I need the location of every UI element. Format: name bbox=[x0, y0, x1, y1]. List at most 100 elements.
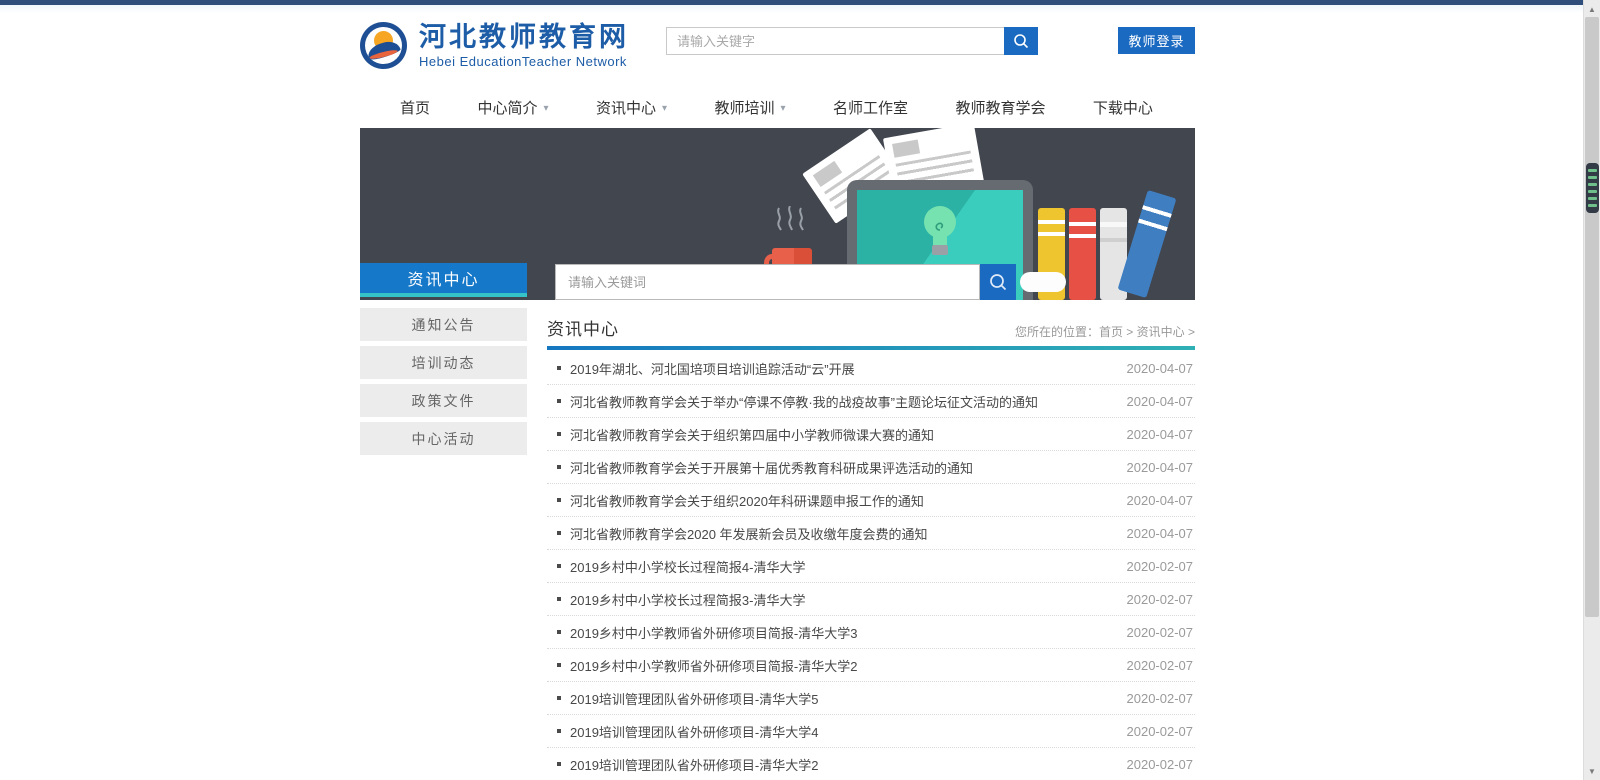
main-content: 资讯中心 您所在的位置：首页 > 资讯中心 > 2019年湖北、河北国培项目培训… bbox=[547, 313, 1195, 780]
news-row[interactable]: 2019培训管理团队省外研修项目-清华大学2 2020-02-07 bbox=[547, 748, 1195, 780]
nav-item-label: 教师教育学会 bbox=[955, 97, 1045, 118]
logo-emblem-icon bbox=[360, 22, 407, 69]
news-row[interactable]: 2019乡村中小学教师省外研修项目简报-清华大学3 2020-02-07 bbox=[547, 616, 1195, 649]
bullet-icon bbox=[557, 630, 561, 634]
sidebar-item-label: 政策文件 bbox=[412, 391, 476, 411]
site-logo[interactable]: 河北教师教育网 Hebei EducationTeacher Network bbox=[360, 16, 629, 74]
news-date: 2020-02-07 bbox=[1127, 757, 1196, 772]
header-search bbox=[666, 27, 1038, 55]
news-title[interactable]: 2019培训管理团队省外研修项目-清华大学2 bbox=[570, 755, 1127, 774]
banner-search-button[interactable] bbox=[980, 264, 1016, 300]
bullet-icon bbox=[557, 498, 561, 502]
news-row[interactable]: 河北省教师教育学会关于开展第十届优秀教育科研成果评选活动的通知 2020-04-… bbox=[547, 451, 1195, 484]
logo-emblem-inner bbox=[365, 27, 402, 64]
bullet-icon bbox=[557, 729, 561, 733]
bullet-icon bbox=[557, 696, 561, 700]
main-nav: 首页 ▾ 中心简介 ▾ 资讯中心 ▾ 教师培训 ▾ 名师工作室 ▾ bbox=[360, 88, 1195, 126]
bullet-icon bbox=[557, 432, 561, 436]
decorative-pill bbox=[1020, 272, 1066, 292]
sidebar-item[interactable]: 政策文件 bbox=[360, 384, 527, 417]
news-row[interactable]: 河北省教师教育学会关于组织第四届中小学教师微课大赛的通知 2020-04-07 bbox=[547, 418, 1195, 451]
page: 河北教师教育网 Hebei EducationTeacher Network 教… bbox=[0, 0, 1600, 780]
lightbulb-icon bbox=[918, 202, 962, 266]
nav-item[interactable]: 教师培训 ▾ bbox=[714, 97, 785, 118]
news-row[interactable]: 2019培训管理团队省外研修项目-清华大学5 2020-02-07 bbox=[547, 682, 1195, 715]
nav-item[interactable]: 教师教育学会 ▾ bbox=[955, 97, 1045, 118]
header-search-input[interactable] bbox=[666, 27, 1004, 55]
news-date: 2020-02-07 bbox=[1127, 658, 1196, 673]
news-title[interactable]: 2019乡村中小学教师省外研修项目简报-清华大学2 bbox=[570, 656, 1127, 675]
nav-item-label: 下载中心 bbox=[1093, 97, 1153, 118]
main-head: 资讯中心 您所在的位置：首页 > 资讯中心 > bbox=[547, 313, 1195, 340]
news-row[interactable]: 2019乡村中小学教师省外研修项目简报-清华大学2 2020-02-07 bbox=[547, 649, 1195, 682]
news-date: 2020-04-07 bbox=[1127, 460, 1196, 475]
news-title[interactable]: 2019年湖北、河北国培项目培训追踪活动“云”开展 bbox=[570, 359, 1127, 378]
scroll-up-arrow-icon[interactable]: ▲ bbox=[1584, 1, 1600, 17]
nav-item[interactable]: 名师工作室 ▾ bbox=[833, 97, 908, 118]
news-title[interactable]: 2019培训管理团队省外研修项目-清华大学4 bbox=[570, 722, 1127, 741]
news-title[interactable]: 2019乡村中小学教师省外研修项目简报-清华大学3 bbox=[570, 623, 1127, 642]
browser-extension-widget[interactable] bbox=[1586, 163, 1599, 213]
nav-item-label: 教师培训 bbox=[714, 97, 774, 118]
news-date: 2020-02-07 bbox=[1127, 559, 1196, 574]
bullet-icon bbox=[557, 597, 561, 601]
news-row[interactable]: 2019年湖北、河北国培项目培训追踪活动“云”开展 2020-04-07 bbox=[547, 352, 1195, 385]
header-search-button[interactable] bbox=[1004, 27, 1038, 55]
news-row[interactable]: 2019培训管理团队省外研修项目-清华大学4 2020-02-07 bbox=[547, 715, 1195, 748]
nav-item[interactable]: 资讯中心 ▾ bbox=[596, 97, 667, 118]
news-date: 2020-02-07 bbox=[1127, 724, 1196, 739]
news-title[interactable]: 2019乡村中小学校长过程简报4-清华大学 bbox=[570, 557, 1127, 576]
top-bar-fade bbox=[0, 5, 1600, 13]
chevron-down-icon: ▾ bbox=[780, 103, 785, 114]
scrollbar-thumb[interactable] bbox=[1585, 17, 1599, 617]
banner-search bbox=[555, 264, 1066, 300]
news-title[interactable]: 河北省教师教育学会关于开展第十届优秀教育科研成果评选活动的通知 bbox=[570, 458, 1127, 477]
sidebar-menu: 通知公告 培训动态 政策文件 中心活动 bbox=[360, 308, 527, 460]
scrollbar[interactable]: ▲ ▼ bbox=[1583, 0, 1600, 780]
sidebar-item[interactable]: 通知公告 bbox=[360, 308, 527, 341]
sidebar-item[interactable]: 中心活动 bbox=[360, 422, 527, 455]
news-list: 2019年湖北、河北国培项目培训追踪活动“云”开展 2020-04-07 河北省… bbox=[547, 352, 1195, 780]
sidebar-item-label: 通知公告 bbox=[412, 315, 476, 335]
sidebar-item[interactable]: 培训动态 bbox=[360, 346, 527, 379]
site-title-cn: 河北教师教育网 bbox=[419, 22, 629, 52]
news-row[interactable]: 河北省教师教育学会关于组织2020年科研课题申报工作的通知 2020-04-07 bbox=[547, 484, 1195, 517]
book-red bbox=[1069, 208, 1096, 300]
nav-item-label: 中心简介 bbox=[477, 97, 537, 118]
news-title[interactable]: 2019乡村中小学校长过程简报3-清华大学 bbox=[570, 590, 1127, 609]
nav-item[interactable]: 下载中心 ▾ bbox=[1093, 97, 1153, 118]
news-row[interactable]: 河北省教师教育学会2020 年发展新会员及收缴年度会费的通知 2020-04-0… bbox=[547, 517, 1195, 550]
site-title-en: Hebei EducationTeacher Network bbox=[419, 54, 629, 69]
news-title[interactable]: 河北省教师教育学会关于组织2020年科研课题申报工作的通知 bbox=[570, 491, 1127, 510]
teacher-login-button[interactable]: 教师登录 bbox=[1118, 27, 1195, 54]
news-date: 2020-02-07 bbox=[1127, 592, 1196, 607]
sidebar-item-label: 培训动态 bbox=[412, 353, 476, 373]
news-title[interactable]: 河北省教师教育学会关于组织第四届中小学教师微课大赛的通知 bbox=[570, 425, 1127, 444]
nav-item-label: 名师工作室 bbox=[833, 97, 908, 118]
bullet-icon bbox=[557, 762, 561, 766]
news-title[interactable]: 河北省教师教育学会关于举办“停课不停教·我的战疫故事”主题论坛征文活动的通知 bbox=[570, 392, 1127, 411]
nav-item[interactable]: 首页 ▾ bbox=[400, 97, 430, 118]
search-icon bbox=[988, 272, 1008, 292]
banner-search-input[interactable] bbox=[555, 264, 980, 300]
chevron-down-icon: ▾ bbox=[662, 103, 667, 114]
scroll-down-arrow-icon[interactable]: ▼ bbox=[1584, 763, 1600, 779]
news-title[interactable]: 河北省教师教育学会2020 年发展新会员及收缴年度会费的通知 bbox=[570, 524, 1127, 543]
news-row[interactable]: 2019乡村中小学校长过程简报4-清华大学 2020-02-07 bbox=[547, 550, 1195, 583]
bullet-icon bbox=[557, 531, 561, 535]
news-date: 2020-04-07 bbox=[1127, 493, 1196, 508]
bullet-icon bbox=[557, 399, 561, 403]
steam-icon bbox=[774, 206, 808, 234]
news-row[interactable]: 河北省教师教育学会关于举办“停课不停教·我的战疫故事”主题论坛征文活动的通知 2… bbox=[547, 385, 1195, 418]
news-row[interactable]: 2019乡村中小学校长过程简报3-清华大学 2020-02-07 bbox=[547, 583, 1195, 616]
search-icon bbox=[1012, 32, 1030, 50]
news-date: 2020-04-07 bbox=[1127, 526, 1196, 541]
nav-item-label: 资讯中心 bbox=[596, 97, 656, 118]
title-underline bbox=[547, 346, 1195, 350]
bullet-icon bbox=[557, 366, 561, 370]
news-title[interactable]: 2019培训管理团队省外研修项目-清华大学5 bbox=[570, 689, 1127, 708]
nav-item[interactable]: 中心简介 ▾ bbox=[477, 97, 548, 118]
breadcrumb[interactable]: 您所在的位置：首页 > 资讯中心 > bbox=[1015, 323, 1195, 340]
sidebar-item-label: 中心活动 bbox=[412, 429, 476, 449]
bullet-icon bbox=[557, 663, 561, 667]
